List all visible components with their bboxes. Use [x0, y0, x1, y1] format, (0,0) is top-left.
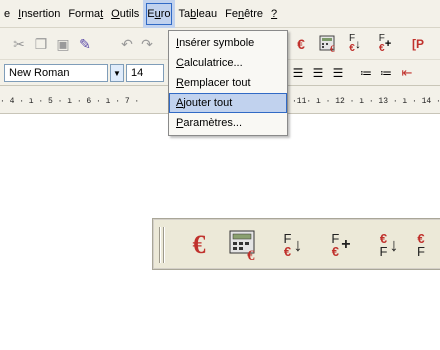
redo-icon[interactable]: ↷ [138, 34, 156, 54]
format-painter-icon[interactable]: ✎ [76, 34, 94, 54]
euro-over-f-icon[interactable]: € F [417, 227, 440, 263]
add-f-to-euro-icon[interactable]: F € + [374, 32, 396, 56]
euro-over-f-glyph: € F [417, 231, 425, 259]
down-arrow-icon: ↓ [355, 37, 362, 51]
add-f-to-euro-icon[interactable]: F € + [323, 227, 359, 263]
euro-calculator-icon[interactable]: € [227, 227, 263, 263]
undo-icon[interactable]: ↶ [118, 34, 136, 54]
convert-euro-to-f-glyph: € F [379, 231, 388, 259]
menu-item-accel: I [176, 37, 180, 49]
menu-format-accel: t [100, 7, 104, 20]
menu-help[interactable]: ? [267, 0, 281, 28]
menu-item-accel: R [176, 77, 184, 89]
convert-euro-to-f-icon[interactable]: € F ↓ [371, 227, 407, 263]
add-f-to-euro-glyph: F € [331, 231, 340, 259]
menu-item-accel: A [176, 97, 184, 109]
menu-euro[interactable]: Euro [143, 0, 175, 28]
svg-text:€: € [247, 248, 255, 261]
copy-icon[interactable]: ❐ [32, 34, 50, 54]
euro-floating-toolbar: € € F € ↓ F € + € F ↓ € F [152, 218, 440, 270]
ruler-scale-right: ·11· ı · 12 · ı · 13 · ı · 14 · [292, 97, 440, 106]
bulleted-list-icon[interactable]: ≔ [378, 63, 394, 83]
plus-icon: + [341, 236, 351, 253]
menu-bar: e Insertion Format Outils Euro Tableau F… [0, 0, 440, 28]
down-arrow-icon: ↓ [389, 234, 399, 255]
justify-icon[interactable]: ☰ [330, 63, 346, 83]
font-size-field[interactable]: 14 [126, 64, 164, 82]
svg-text:€: € [330, 44, 335, 53]
cut-icon[interactable]: ✂ [10, 34, 28, 54]
euro-symbol-glyph: € [192, 230, 206, 259]
menu-tableau-accel: b [190, 7, 197, 20]
menu-tableau[interactable]: Tableau [175, 0, 222, 28]
euro-menu: Insérer symbole Calculatrice... Remplace… [168, 30, 288, 136]
menu-item-accel: C [176, 57, 184, 69]
euro-calculator-icon[interactable]: € [318, 34, 338, 54]
toolbar-grip-handle[interactable] [163, 227, 165, 263]
menu-insertion[interactable]: Insertion [14, 0, 64, 28]
menu-insertion-rest: nsertion [21, 7, 61, 20]
ruler-scale-left: · 4 · ı · 5 · ı · 6 · ı · 7 · [0, 97, 140, 106]
convert-f-to-euro-glyph: F € [283, 231, 292, 259]
convert-f-to-euro-icon[interactable]: F € ↓ [344, 32, 366, 56]
paste-special-icon[interactable]: [P [404, 34, 432, 54]
menu-edition[interactable]: e [0, 0, 14, 28]
font-dropdown-arrow-icon[interactable]: ▼ [110, 64, 124, 82]
menu-fenetre[interactable]: Fenêtre [221, 0, 267, 28]
menu-item-remplacer-tout[interactable]: Remplacer tout [169, 73, 287, 93]
menu-outils[interactable]: Outils [107, 0, 143, 28]
decrease-indent-icon[interactable]: ⇤ [398, 63, 416, 83]
menu-outils-accel: O [111, 7, 120, 20]
euro-symbol-icon[interactable]: € [292, 34, 310, 54]
menu-item-inserer-symbole[interactable]: Insérer symbole [169, 33, 287, 53]
menu-euro-accel: u [154, 7, 161, 20]
plus-icon: + [384, 38, 392, 50]
align-right-icon[interactable]: ☰ [310, 63, 326, 83]
numbered-list-icon[interactable]: ≔ [358, 63, 374, 83]
down-arrow-icon: ↓ [293, 234, 303, 255]
menu-fenetre-accel: n [237, 7, 245, 20]
euro-symbol-icon[interactable]: € [181, 227, 217, 263]
menu-item-accel: P [176, 117, 184, 129]
paste-icon[interactable]: ▣ [54, 34, 72, 54]
menu-item-calculatrice[interactable]: Calculatrice... [169, 53, 287, 73]
convert-f-to-euro-icon[interactable]: F € ↓ [275, 227, 311, 263]
font-name-field[interactable]: New Roman [4, 64, 108, 82]
toolbar-grip-handle[interactable] [159, 227, 161, 263]
menu-item-ajouter-tout[interactable]: Ajouter tout [169, 93, 287, 113]
menu-format[interactable]: Format [64, 0, 107, 28]
menu-item-parametres[interactable]: Paramètres... [169, 113, 287, 133]
align-center-icon[interactable]: ☰ [290, 63, 306, 83]
